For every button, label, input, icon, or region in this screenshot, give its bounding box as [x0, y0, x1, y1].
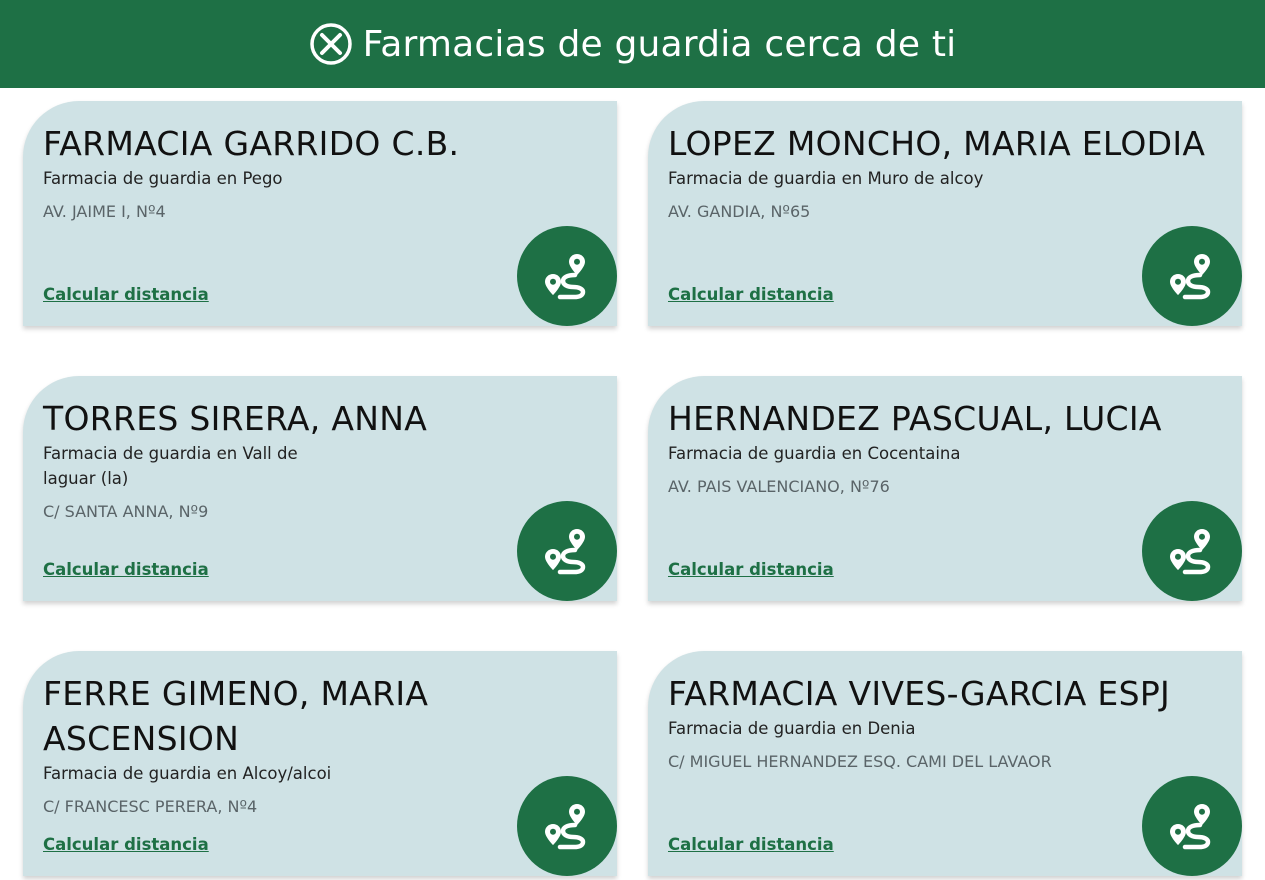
pharmacy-name: FERRE GIMENO, MARIA ASCENSION [43, 674, 429, 758]
route-button[interactable] [517, 776, 617, 876]
close-circle-icon[interactable] [309, 22, 353, 66]
pharmacy-address: C/ FRANCESC PERERA, Nº4 [43, 797, 258, 816]
pharmacy-card: TORRES SIRERA, ANNA Farmacia de guardia … [23, 376, 617, 601]
pharmacy-name: FARMACIA GARRIDO C.B. [43, 124, 460, 163]
pharmacy-name: HERNANDEZ PASCUAL, LUCIA [668, 399, 1162, 438]
header-inner: Farmacias de guardia cerca de ti [309, 22, 957, 66]
calculate-distance-link[interactable]: Calcular distancia [668, 835, 834, 854]
pharmacy-name: FARMACIA VIVES-GARCIA ESPJ [668, 674, 1171, 713]
pharmacy-card: FERRE GIMENO, MARIA ASCENSION Farmacia d… [23, 651, 617, 876]
pharmacy-details: Farmacia de guardia en Cocentaina AV. PA… [668, 441, 1138, 498]
pharmacy-details: Farmacia de guardia en Vall de laguar (l… [43, 441, 513, 523]
pharmacy-details: Farmacia de guardia en Denia C/ MIGUEL H… [668, 716, 1138, 773]
route-button[interactable] [1142, 501, 1242, 601]
pharmacy-name: LOPEZ MONCHO, MARIA ELODIA [668, 124, 1206, 163]
calculate-distance-link[interactable]: Calcular distancia [668, 285, 834, 304]
pharmacy-address: AV. JAIME I, Nº4 [43, 202, 166, 221]
route-button[interactable] [517, 226, 617, 326]
calculate-distance-link[interactable]: Calcular distancia [43, 560, 209, 579]
route-button[interactable] [517, 501, 617, 601]
pharmacy-address: AV. PAIS VALENCIANO, Nº76 [668, 477, 890, 496]
pharmacy-card: FARMACIA GARRIDO C.B. Farmacia de guardi… [23, 101, 617, 326]
route-map-pin-icon [1170, 529, 1211, 575]
pharmacy-card: HERNANDEZ PASCUAL, LUCIA Farmacia de gua… [648, 376, 1242, 601]
calculate-distance-link[interactable]: Calcular distancia [43, 285, 209, 304]
pharmacy-subtitle: Farmacia de guardia en Alcoy/alcoi [43, 764, 332, 783]
pharmacy-subtitle: Farmacia de guardia en Vall de laguar (l… [43, 444, 298, 488]
pharmacy-subtitle: Farmacia de guardia en Muro de alcoy [668, 169, 984, 188]
pharmacy-subtitle: Farmacia de guardia en Pego [43, 169, 283, 188]
pharmacy-details: Farmacia de guardia en Pego AV. JAIME I,… [43, 166, 513, 223]
route-map-pin-icon [1170, 254, 1211, 300]
page-title: Farmacias de guardia cerca de ti [362, 23, 957, 65]
pharmacy-address: C/ SANTA ANNA, Nº9 [43, 502, 209, 521]
route-button[interactable] [1142, 776, 1242, 876]
route-button[interactable] [1142, 226, 1242, 326]
calculate-distance-link[interactable]: Calcular distancia [43, 835, 209, 854]
pharmacy-address: C/ MIGUEL HERNANDEZ ESQ. CAMI DEL LAVAOR [668, 752, 1052, 771]
pharmacy-address: AV. GANDIA, Nº65 [668, 202, 811, 221]
page-header: Farmacias de guardia cerca de ti [0, 0, 1265, 88]
route-map-pin-icon [545, 529, 586, 575]
pharmacy-name: TORRES SIRERA, ANNA [43, 399, 428, 438]
route-map-pin-icon [545, 804, 586, 850]
pharmacy-card: FARMACIA VIVES-GARCIA ESPJ Farmacia de g… [648, 651, 1242, 876]
calculate-distance-link[interactable]: Calcular distancia [668, 560, 834, 579]
route-map-pin-icon [545, 254, 586, 300]
pharmacy-subtitle: Farmacia de guardia en Cocentaina [668, 444, 961, 463]
pharmacy-details: Farmacia de guardia en Alcoy/alcoi C/ FR… [43, 761, 513, 818]
route-map-pin-icon [1170, 804, 1211, 850]
pharmacy-card: LOPEZ MONCHO, MARIA ELODIA Farmacia de g… [648, 101, 1242, 326]
pharmacy-subtitle: Farmacia de guardia en Denia [668, 719, 916, 738]
pharmacy-details: Farmacia de guardia en Muro de alcoy AV.… [668, 166, 1138, 223]
